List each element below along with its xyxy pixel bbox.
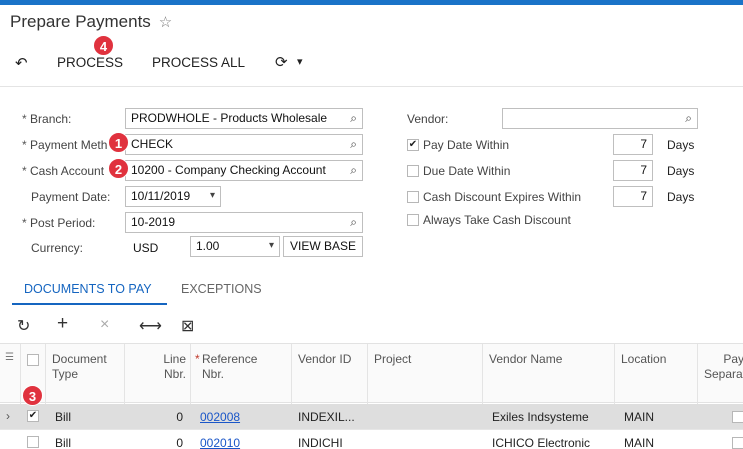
row-expand-icon[interactable]: ›	[6, 409, 10, 423]
page-title: Prepare Payments ☆	[10, 12, 172, 32]
undo-icon[interactable]: ↶	[15, 54, 28, 72]
cell-vendor-id: INDEXIL...	[298, 410, 355, 424]
header-vendor-name[interactable]: Vendor Name	[489, 352, 562, 367]
pay-separately-checkbox[interactable]	[732, 411, 743, 423]
currency-label: Currency:	[31, 241, 84, 255]
search-icon[interactable]: ⌕	[350, 163, 357, 178]
cell-document-type: Bill	[55, 410, 72, 424]
active-tab-underline	[12, 303, 167, 305]
pay-separately-checkbox[interactable]	[732, 437, 743, 449]
cell-location: MAIN	[624, 436, 654, 449]
cash-account-value: 10200 - Company Checking Account	[131, 163, 326, 177]
add-icon[interactable]: +	[57, 313, 68, 335]
table-row[interactable]: › ✔ Bill 0 002008 INDEXIL... Exiles Inds…	[0, 404, 743, 430]
delete-icon[interactable]: ×	[100, 316, 109, 334]
cash-discount-checkbox[interactable]	[407, 191, 419, 203]
payment-method-value: CHECK	[131, 137, 174, 151]
due-date-days-label: Days	[667, 164, 695, 178]
tab-exceptions[interactable]: EXCEPTIONS	[181, 282, 262, 296]
cash-discount-days-field[interactable]: 7	[613, 186, 653, 207]
calendar-dropdown-icon[interactable]: ▾	[210, 190, 215, 201]
pay-date-days-field[interactable]: 7	[613, 134, 653, 155]
export-excel-icon[interactable]: ⊠	[181, 316, 194, 336]
cash-discount-label: Cash Discount Expires Within	[423, 190, 582, 204]
pay-date-within-checkbox[interactable]: ✔	[407, 139, 419, 151]
branch-label: * Branch:	[22, 112, 72, 126]
currency-value[interactable]: USD	[133, 241, 158, 255]
row-menu-icon[interactable]: ☰	[5, 350, 14, 365]
tab-documents-to-pay[interactable]: DOCUMENTS TO PAY	[24, 282, 152, 296]
cell-reference-nbr-link[interactable]: 002010	[200, 436, 240, 449]
payment-method-field[interactable]: CHECK ⌕	[125, 134, 363, 155]
payment-date-field[interactable]: 10/11/2019 ▾	[125, 186, 221, 207]
header-pay-separately[interactable]: Pay Separat	[704, 352, 743, 382]
currency-rate-field[interactable]: 1.00 ▾	[190, 236, 280, 257]
header-project[interactable]: Project	[374, 352, 411, 367]
rate-dropdown-icon[interactable]: ▾	[269, 240, 274, 251]
header-line-nbr[interactable]: Line Nbr.	[140, 352, 186, 382]
cell-line-nbr: 0	[176, 436, 183, 449]
select-all-checkbox[interactable]	[27, 354, 39, 366]
cell-document-type: Bill	[55, 436, 72, 449]
cash-discount-days-label: Days	[667, 190, 695, 204]
step-badge-2: 2	[108, 158, 129, 179]
step-badge-3: 3	[22, 385, 43, 406]
page-title-text: Prepare Payments	[10, 12, 151, 31]
header-location[interactable]: Location	[621, 352, 666, 367]
schedule-dropdown-icon[interactable]: ▾	[297, 55, 303, 68]
required-marker: *	[195, 352, 200, 366]
branch-field[interactable]: PRODWHOLE - Products Wholesale ⌕	[125, 108, 363, 129]
process-all-button[interactable]: PROCESS ALL	[152, 55, 245, 70]
step-badge-1: 1	[108, 132, 129, 153]
top-accent-bar	[0, 0, 743, 5]
always-take-discount-checkbox[interactable]	[407, 214, 419, 226]
search-icon[interactable]: ⌕	[350, 215, 357, 230]
cell-line-nbr: 0	[176, 410, 183, 424]
due-date-within-label: Due Date Within	[423, 164, 511, 178]
toolbar-divider	[0, 86, 743, 87]
tab-bar: DOCUMENTS TO PAY EXCEPTIONS	[0, 270, 743, 306]
payment-date-value: 10/11/2019	[131, 189, 191, 203]
favorite-star-icon[interactable]: ☆	[159, 14, 172, 31]
due-date-days-field[interactable]: 7	[613, 160, 653, 181]
always-take-discount-label: Always Take Cash Discount	[423, 213, 571, 227]
cell-reference-nbr-link[interactable]: 002008	[200, 410, 240, 424]
header-document-type[interactable]: Document Type	[52, 352, 107, 382]
step-badge-4: 4	[93, 35, 114, 56]
post-period-field[interactable]: 10-2019 ⌕	[125, 212, 363, 233]
search-icon[interactable]: ⌕	[350, 137, 357, 152]
row-select-checkbox[interactable]: ✔	[27, 410, 39, 422]
post-period-label: * Post Period:	[22, 216, 96, 230]
branch-value: PRODWHOLE - Products Wholesale	[131, 111, 328, 125]
main-toolbar: ↶ PROCESS PROCESS ALL ⟳ ▾	[0, 52, 743, 76]
refresh-icon[interactable]: ↻	[17, 316, 30, 336]
vendor-label: Vendor:	[407, 112, 449, 126]
search-icon[interactable]: ⌕	[350, 111, 357, 126]
schedule-icon[interactable]: ⟳	[275, 53, 288, 71]
post-period-value: 10-2019	[131, 215, 176, 229]
view-base-button[interactable]: VIEW BASE	[283, 236, 363, 257]
header-reference-nbr[interactable]: Reference Nbr.	[202, 352, 257, 382]
cell-vendor-name: Exiles Indsysteme	[492, 410, 589, 424]
row-select-checkbox[interactable]	[27, 436, 39, 448]
fit-columns-icon[interactable]: ⟷	[139, 316, 162, 336]
cell-vendor-id: INDICHI	[298, 436, 343, 449]
vendor-field[interactable]: ⌕	[502, 108, 698, 129]
currency-rate-value: 1.00	[196, 239, 220, 253]
pay-date-within-label: Pay Date Within	[423, 138, 510, 152]
table-row[interactable]: Bill 0 002010 INDICHI ICHICO Electronic …	[0, 430, 743, 449]
due-date-within-checkbox[interactable]	[407, 165, 419, 177]
cell-location: MAIN	[624, 410, 654, 424]
cell-vendor-name: ICHICO Electronic	[492, 436, 591, 449]
pay-date-days-label: Days	[667, 138, 695, 152]
process-button[interactable]: PROCESS	[57, 55, 123, 70]
cash-account-label: * Cash Account	[22, 164, 105, 178]
header-vendor-id[interactable]: Vendor ID	[298, 352, 351, 367]
payment-date-label: Payment Date:	[31, 190, 111, 204]
grid-header: ☰ Document Type Line Nbr. * Reference Nb…	[0, 343, 743, 404]
grid-toolbar: ↻ + × ⟷ ⊠	[0, 312, 743, 340]
search-icon[interactable]: ⌕	[685, 111, 692, 126]
payment-method-label: * Payment Meth	[22, 138, 108, 152]
cash-account-field[interactable]: 10200 - Company Checking Account ⌕	[125, 160, 363, 181]
